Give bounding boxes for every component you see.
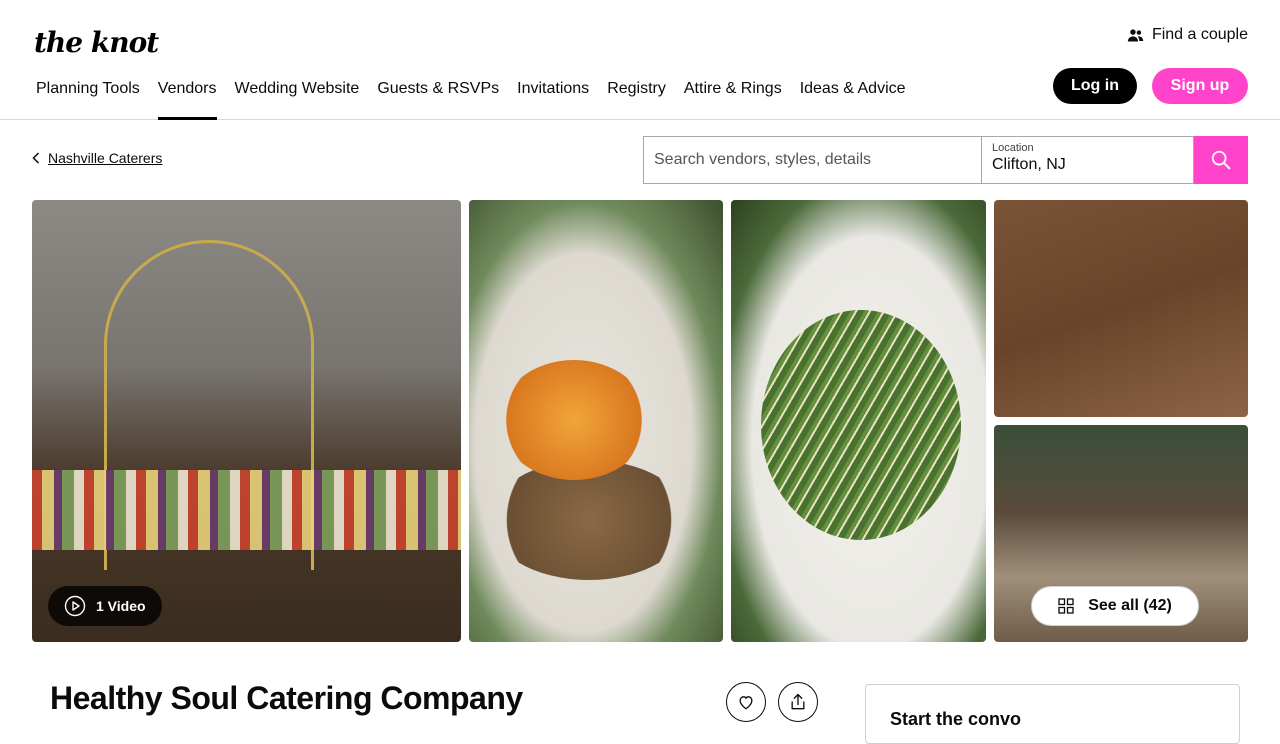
- heart-icon: [739, 696, 753, 710]
- gallery-photo-lamb-chops[interactable]: [994, 200, 1248, 417]
- gallery-photo-green-beans[interactable]: [731, 200, 986, 642]
- favorite-button[interactable]: [726, 682, 766, 722]
- green-beans: [761, 310, 961, 540]
- breadcrumb-link[interactable]: Nashville Caterers: [48, 150, 162, 166]
- location-label: Location: [992, 142, 1034, 154]
- search-input[interactable]: [643, 136, 981, 184]
- find-couple-label: Find a couple: [1151, 26, 1248, 43]
- site-header: the knot Find a couple Planning Tools Ve…: [0, 0, 1280, 120]
- play-icon: [64, 595, 86, 617]
- main-nav: Planning Tools Vendors Wedding Website G…: [36, 79, 924, 120]
- search-icon: [1211, 150, 1231, 170]
- nav-guests-rsvps[interactable]: Guests & RSVPs: [377, 79, 499, 120]
- location-field[interactable]: Location Clifton, NJ: [981, 136, 1194, 184]
- nav-vendors[interactable]: Vendors: [157, 79, 217, 120]
- login-button[interactable]: Log in: [1053, 68, 1137, 104]
- search-bar: Location Clifton, NJ: [643, 136, 1248, 184]
- gallery-photo-shrimp-rice[interactable]: [469, 200, 723, 642]
- chevron-left-icon: [32, 152, 40, 164]
- location-value: Clifton, NJ: [992, 156, 1066, 173]
- share-button[interactable]: [778, 682, 818, 722]
- nav-attire-rings[interactable]: Attire & Rings: [684, 79, 782, 120]
- the-knot-logo[interactable]: the knot: [34, 26, 159, 59]
- search-button[interactable]: [1194, 136, 1248, 184]
- see-all-photos-button[interactable]: See all (42): [1031, 586, 1199, 626]
- find-couple-link[interactable]: Find a couple: [1127, 26, 1248, 44]
- video-label: 1 Video: [96, 598, 146, 614]
- people-icon: [1127, 28, 1144, 41]
- see-all-label: See all (42): [1088, 597, 1172, 614]
- nav-wedding-website[interactable]: Wedding Website: [235, 79, 360, 120]
- nav-invitations[interactable]: Invitations: [517, 79, 589, 120]
- nav-registry[interactable]: Registry: [607, 79, 666, 120]
- grazing-spread: [32, 470, 461, 550]
- gallery-photo-grazing-table[interactable]: 1 Video: [32, 200, 461, 642]
- vendor-name: Healthy Soul Catering Company: [50, 680, 523, 716]
- photo-gallery: 1 Video: [32, 200, 1248, 642]
- shrimp: [499, 360, 649, 480]
- signup-button[interactable]: Sign up: [1152, 68, 1248, 104]
- nav-ideas-advice[interactable]: Ideas & Advice: [800, 79, 906, 120]
- share-icon: [791, 693, 805, 710]
- video-button[interactable]: 1 Video: [48, 586, 162, 626]
- nav-planning-tools[interactable]: Planning Tools: [36, 79, 140, 120]
- start-conversation-card: Start the convo: [865, 684, 1240, 744]
- breadcrumb: Nashville Caterers: [32, 150, 162, 166]
- grid-icon: [1058, 598, 1074, 614]
